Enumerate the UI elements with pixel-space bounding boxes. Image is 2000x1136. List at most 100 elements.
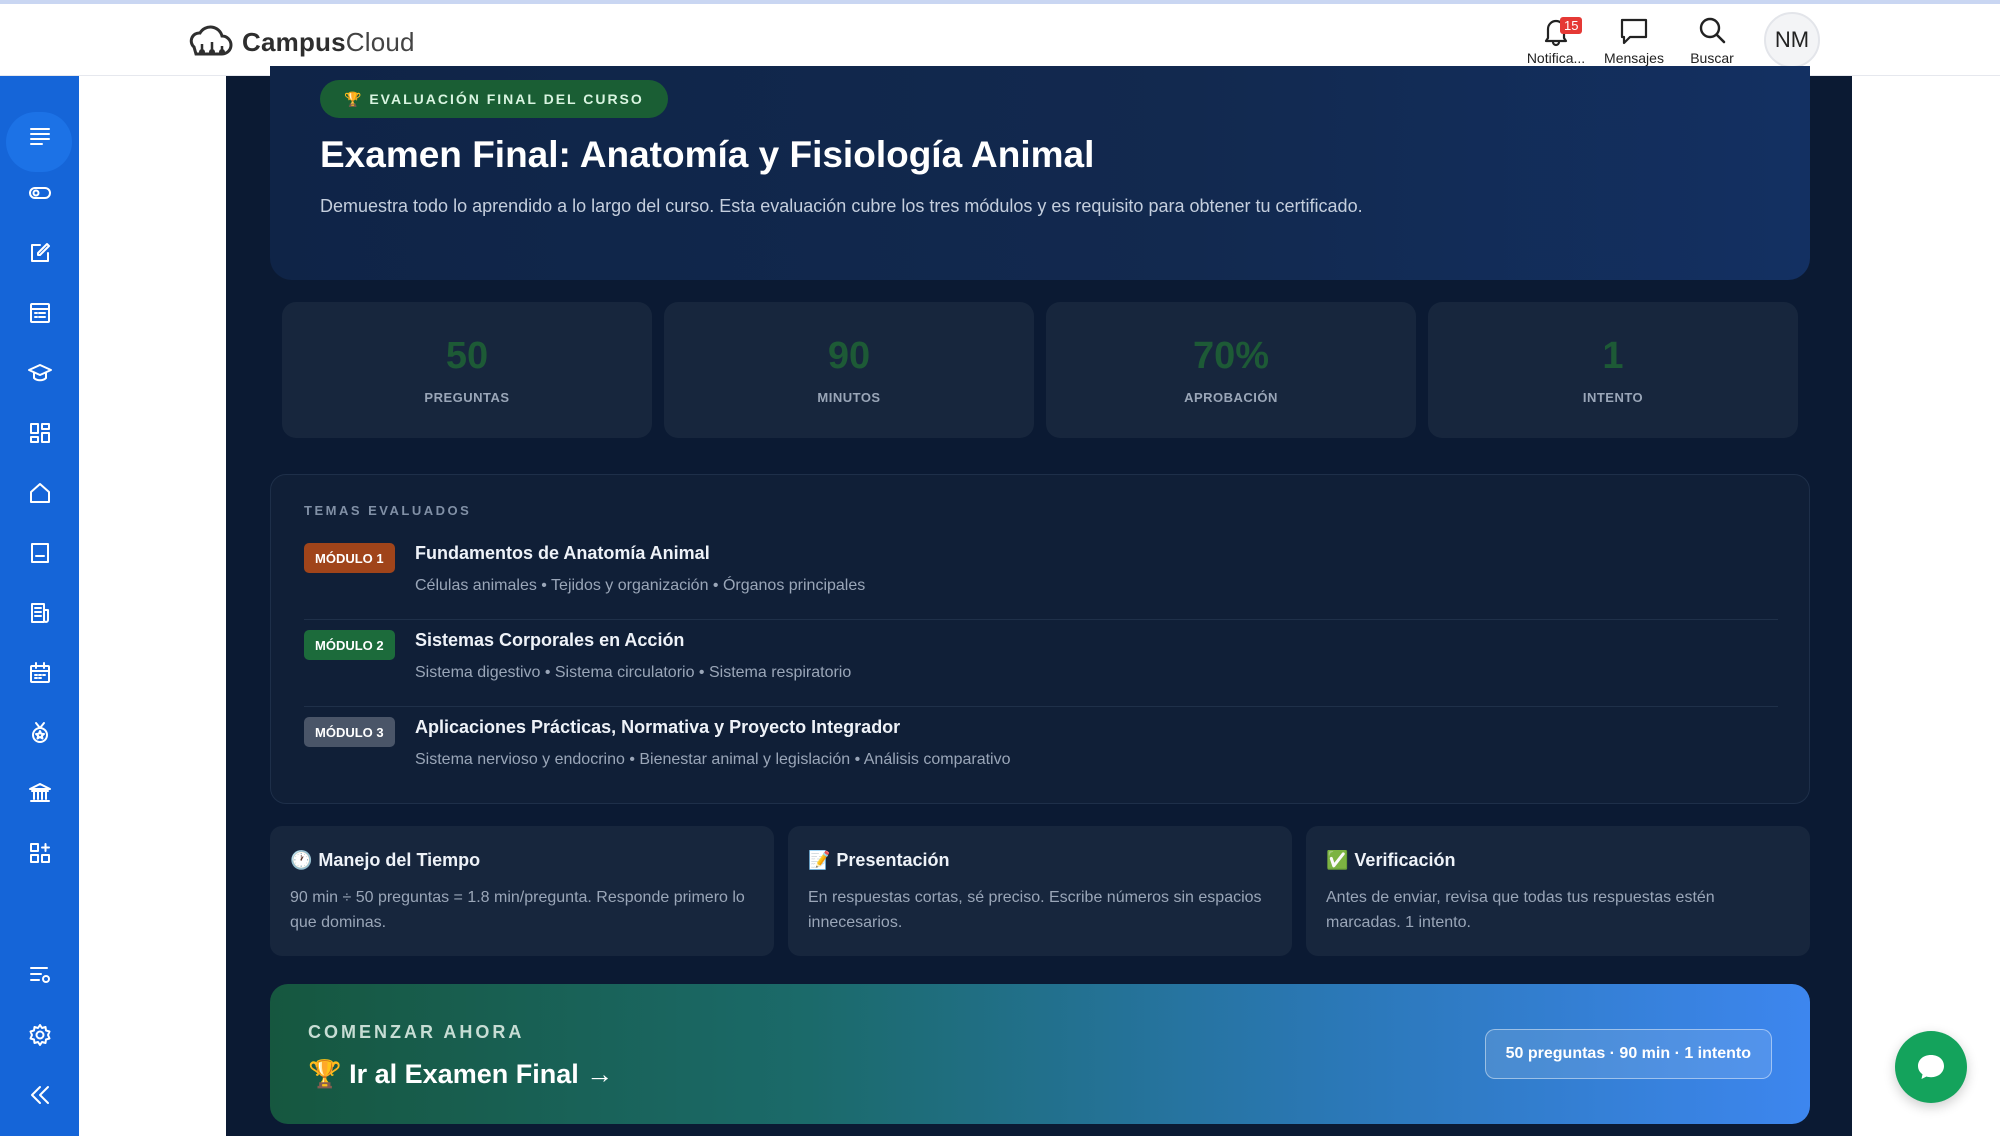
sidebar-item-edit[interactable]: [0, 229, 79, 277]
messages-button[interactable]: Mensajes: [1604, 15, 1664, 66]
tip-text: Antes de enviar, revisa que todas tus re…: [1326, 889, 1715, 931]
memo-icon: 📝: [808, 850, 831, 870]
exam-summary-chip: 50 preguntas · 90 min · 1 intento: [1484, 1029, 1772, 1079]
tip-title-text: Manejo del Tiempo: [318, 850, 481, 870]
stat-value: 1: [1602, 335, 1624, 377]
search-button[interactable]: Buscar: [1682, 15, 1742, 66]
stat-label: INTENTO: [1582, 390, 1644, 405]
logo-text: CampusCloud: [242, 27, 415, 58]
sidebar-item-achievements[interactable]: [0, 709, 79, 757]
module-tag: MÓDULO 2: [304, 630, 395, 660]
grid-icon: [29, 423, 50, 443]
final-exam-badge: 🏆 EVALUACIÓN FINAL DEL CURSO: [320, 80, 668, 118]
page-description: Demuestra todo lo aprendido a lo largo d…: [320, 196, 1363, 216]
menu-icon: [29, 128, 50, 145]
institution-icon: [28, 783, 51, 802]
tip-title: 📝 Presentación: [808, 850, 1272, 871]
exam-stats: 50 PREGUNTAS 90 MINUTOS 70% APROBACIÓN 1…: [282, 302, 1798, 438]
chat-bubble-icon: [1918, 1055, 1944, 1079]
sidebar-item-preferences[interactable]: [0, 951, 79, 999]
module-item: MÓDULO 3 Aplicaciones Prácticas, Normati…: [304, 707, 1778, 794]
sidebar-item-courses[interactable]: [0, 349, 79, 397]
sidebar-item-settings[interactable]: [0, 1011, 79, 1059]
page-title: Examen Final: Anatomía y Fisiología Anim…: [320, 134, 1095, 175]
cta-eyebrow: COMENZAR AHORA: [308, 1022, 525, 1042]
stat-value: 90: [827, 335, 871, 377]
header-actions: 15 Notifica... Mensajes Buscar NM: [1526, 12, 1820, 68]
sidebar-item-book[interactable]: [0, 529, 79, 577]
module-tag: MÓDULO 3: [304, 717, 395, 747]
logo-text-bold: Campus: [242, 26, 346, 57]
module-subtopics: Sistema nervioso y endocrino • Bienestar…: [415, 751, 1011, 768]
edit-icon: [30, 243, 50, 262]
tip-title-text: Presentación: [836, 850, 950, 870]
home-icon: [29, 483, 50, 503]
module-name: Fundamentos de Anatomía Animal: [415, 543, 710, 563]
logo-text-light: Cloud: [345, 26, 415, 57]
topics-title: TEMAS EVALUADOS: [304, 503, 472, 518]
evaluated-topics: TEMAS EVALUADOS MÓDULO 1 Fundamentos de …: [270, 474, 1810, 804]
filter-settings-icon: [29, 967, 50, 983]
tip-text: En respuestas cortas, sé preciso. Escrib…: [808, 889, 1262, 931]
tip-card-verification: ✅ Verificación Antes de enviar, revisa qu…: [1306, 826, 1810, 956]
sidebar-item-documents[interactable]: [0, 589, 79, 637]
sidebar-item-list[interactable]: [0, 289, 79, 337]
cta-title: 🏆 Ir al Examen Final →: [308, 1059, 614, 1089]
check-icon: ✅: [1326, 850, 1349, 870]
campuscloud-logo[interactable]: CampusCloud: [182, 22, 415, 62]
tip-title-text: Verificación: [1354, 850, 1456, 870]
stat-card-questions: 50 PREGUNTAS: [282, 302, 652, 438]
sidebar-item-calendar[interactable]: [0, 649, 79, 697]
collapse-icon: [30, 1086, 49, 1104]
toggle-icon: [28, 187, 51, 199]
apps-add-icon: [29, 843, 50, 863]
messages-label: Mensajes: [1604, 49, 1664, 66]
start-exam-button[interactable]: COMENZAR AHORA 🏆 Ir al Examen Final → 50…: [270, 984, 1810, 1124]
notifications-button[interactable]: 15 Notifica...: [1526, 15, 1586, 66]
search-label: Buscar: [1690, 49, 1734, 66]
sidebar-collapse-button[interactable]: [0, 1071, 79, 1119]
sidebar-item-institution[interactable]: [0, 769, 79, 817]
calendar-icon: [29, 662, 50, 683]
sidebar-item-grid[interactable]: [0, 409, 79, 457]
notifications-badge: 15: [1560, 16, 1583, 34]
module-name: Aplicaciones Prácticas, Normativa y Proy…: [415, 717, 901, 737]
module-subtopics: Sistema digestivo • Sistema circulatorio…: [415, 664, 852, 681]
notifications-label: Notifica...: [1526, 49, 1586, 66]
sidebar-item-menu[interactable]: [0, 112, 79, 172]
tip-text: 90 min ÷ 50 preguntas = 1.8 min/pregunta…: [290, 889, 745, 931]
exam-tips: 🕐 Manejo del Tiempo 90 min ÷ 50 preguntas…: [270, 826, 1810, 956]
medal-icon: [31, 722, 48, 743]
user-avatar[interactable]: NM: [1764, 12, 1820, 68]
clock-icon: 🕐: [290, 850, 313, 870]
stat-card-passing-score: 70% APROBACIÓN: [1046, 302, 1416, 438]
tip-card-time: 🕐 Manejo del Tiempo 90 min ÷ 50 preguntas…: [270, 826, 774, 956]
cloud-logo-icon: [189, 25, 233, 56]
module-tag: MÓDULO 1: [304, 543, 395, 573]
module-item: MÓDULO 2 Sistemas Corporales en Acción S…: [304, 620, 1778, 707]
main-content: 🏆 EVALUACIÓN FINAL DEL CURSO Examen Fina…: [226, 66, 1852, 1136]
sidebar-item-toggle[interactable]: [0, 169, 79, 217]
stat-label: MINUTOS: [817, 390, 881, 405]
stat-label: APROBACIÓN: [1184, 390, 1278, 405]
tip-title: 🕐 Manejo del Tiempo: [290, 850, 754, 871]
sidebar-item-home[interactable]: [0, 469, 79, 517]
exam-hero: 🏆 EVALUACIÓN FINAL DEL CURSO Examen Fina…: [270, 66, 1810, 280]
module-item: MÓDULO 1 Fundamentos de Anatomía Animal …: [304, 533, 1778, 620]
document-icon: [30, 603, 49, 623]
gear-icon: [29, 1024, 50, 1046]
module-subtopics: Células animales • Tejidos y organizació…: [415, 577, 866, 594]
message-icon: [1620, 18, 1648, 44]
sidebar-item-apps[interactable]: [0, 829, 79, 877]
stat-label: PREGUNTAS: [424, 390, 510, 405]
stat-card-attempts: 1 INTENTO: [1428, 302, 1798, 438]
tip-title: ✅ Verificación: [1326, 850, 1790, 871]
chat-button[interactable]: [1895, 1031, 1967, 1103]
stat-value: 70%: [1192, 335, 1270, 377]
stat-card-minutes: 90 MINUTOS: [664, 302, 1034, 438]
stat-value: 50: [445, 335, 489, 377]
list-icon: [29, 303, 50, 323]
sidebar: [0, 76, 79, 1136]
tip-card-presentation: 📝 Presentación En respuestas cortas, sé p…: [788, 826, 1292, 956]
module-name: Sistemas Corporales en Acción: [415, 630, 685, 650]
